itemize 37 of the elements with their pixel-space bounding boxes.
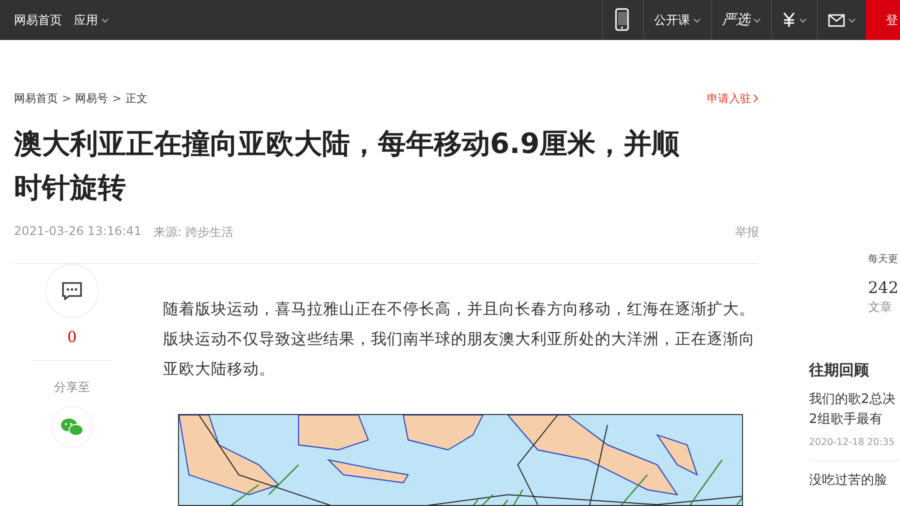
mail-icon [828,14,845,26]
post-title-line[interactable]: 我们的歌2总决 [809,390,900,410]
breadcrumb-separator: > [62,92,72,105]
article-source: 来源: 跨步生活 [153,224,234,241]
caret-icon [799,18,807,22]
caret-icon [753,18,761,22]
comment-icon [61,281,83,301]
chevron-icon [753,94,759,103]
article-title: 澳大利亚正在撞向亚欧大陆，每年移动6.9厘米，并顺时针旋转 [14,126,681,206]
share-label: 分享至 [54,379,90,396]
wechat-icon [60,417,84,437]
post-title-line[interactable]: 2组歌手最有 [809,410,900,430]
caret-icon [101,18,109,22]
yuan-icon [782,12,796,28]
home-link[interactable]: 网易首页 [14,12,62,28]
apps-menu[interactable]: 应用 [74,12,109,28]
article-paragraph: 随着版块运动，喜马拉雅山正在不停长高，并且向长春方向移动，红海在逐渐扩大。版块运动不仅导致这些结果，我们南半球的朋友澳大利亚所处的大洋洲，正在逐渐向亚欧大陆移动。 [163,299,756,380]
apply-link[interactable]: 申请入驻 [707,91,759,106]
breadcrumb-link[interactable]: 网易号 [75,91,108,106]
comment-button[interactable] [45,264,99,318]
yanxuan-menu[interactable]: 严选 [711,0,771,40]
comment-count: 0 [67,328,77,346]
breadcrumb-separator: > [112,92,122,105]
publish-time: 2021-03-26 13:16:41 [14,224,142,240]
article-count: 242 [868,278,900,297]
post-date: 2020-12-18 20:35 [809,436,896,450]
open-course-menu[interactable]: 公开课 [643,0,711,40]
login-button[interactable]: 登 [866,0,900,40]
author-tagline: 每天更 [868,253,899,266]
breadcrumb-link[interactable]: 正文 [125,91,148,106]
breadcrumb-link[interactable]: 网易首页 [14,91,58,106]
article-count-label: 文章 [868,299,893,316]
post-title-line[interactable]: 没吃过苦的脸 [809,471,900,491]
caret-icon [693,18,701,22]
caret-icon [848,18,856,22]
section-title: 往期回顾 [809,360,870,380]
wechat-share-button[interactable] [51,406,93,448]
